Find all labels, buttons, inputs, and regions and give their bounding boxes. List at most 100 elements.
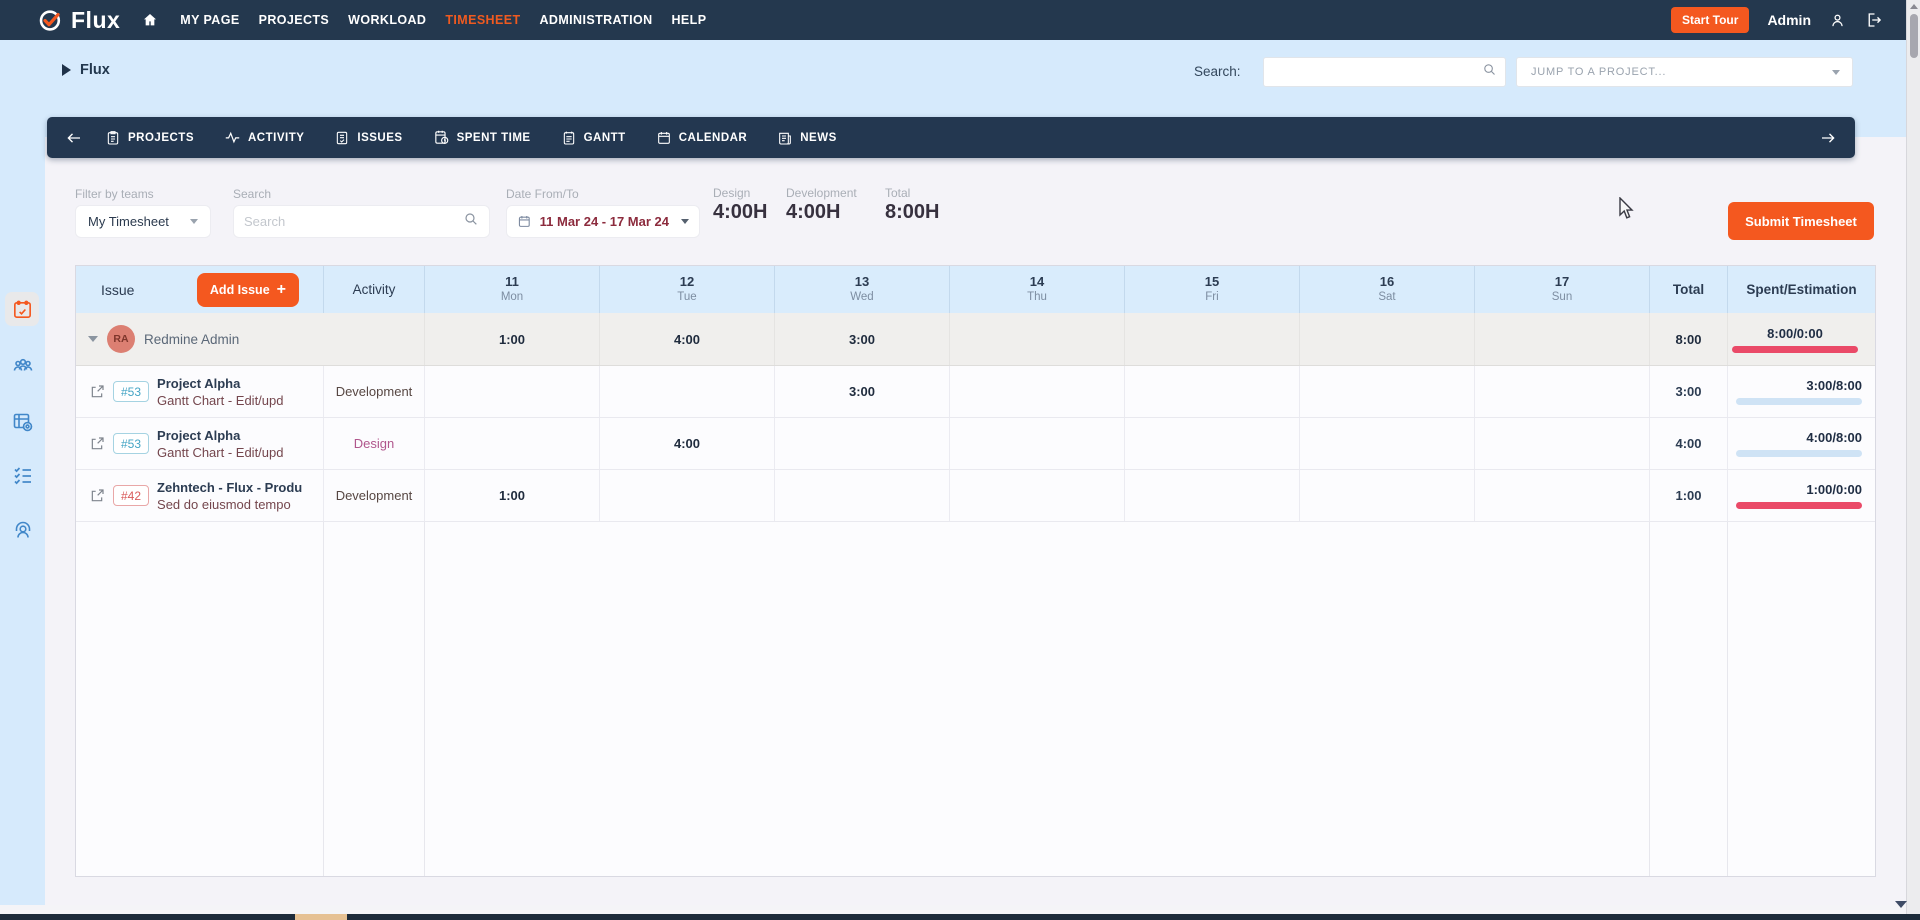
group-cell-sat (1300, 313, 1475, 365)
time-cell-sun[interactable] (1475, 418, 1650, 469)
user-icon[interactable] (1829, 12, 1846, 29)
nav-workload[interactable]: WORKLOAD (346, 9, 428, 31)
time-cell-wed[interactable]: 3:00 (775, 366, 950, 417)
nav-administration[interactable]: ADMINISTRATION (538, 9, 655, 31)
tab-spent-time[interactable]: SPENT TIME (433, 129, 531, 146)
sidebar-item-teams[interactable] (11, 354, 35, 378)
start-tour-button[interactable]: Start Tour (1670, 7, 1750, 33)
summary-development: Development 4:00H (786, 186, 857, 223)
collapse-caret-icon[interactable] (88, 336, 98, 342)
issue-id-badge[interactable]: #42 (113, 485, 150, 506)
chevron-down-icon (190, 219, 198, 224)
time-cell-fri[interactable] (1125, 470, 1300, 521)
issue-project: Project Alpha (157, 427, 241, 443)
time-cell-sat[interactable] (1300, 418, 1475, 469)
user-name[interactable]: Admin (1767, 12, 1811, 28)
spent-time-icon (434, 130, 448, 144)
sidebar-item-project-settings[interactable] (11, 410, 35, 434)
nav-my-page[interactable]: MY PAGE (178, 9, 241, 31)
header-search-input[interactable] (1264, 58, 1482, 86)
forward-arrow-icon[interactable] (1819, 129, 1837, 147)
filter-search-label: Search (233, 187, 272, 201)
back-arrow-icon[interactable] (65, 129, 83, 147)
time-cell-mon[interactable]: 1:00 (425, 470, 600, 521)
time-cell-fri[interactable] (1125, 366, 1300, 417)
sidebar-item-checklist[interactable] (11, 464, 35, 488)
bottom-edge-accent (295, 914, 347, 920)
activity-icon (225, 131, 240, 144)
brand[interactable]: Flux (38, 7, 120, 34)
time-cell-sun[interactable] (1475, 366, 1650, 417)
grid-gear-icon (13, 413, 33, 432)
tab-news[interactable]: NEWS (777, 130, 837, 146)
time-cell-thu[interactable] (950, 418, 1125, 469)
filter-search-input[interactable] (234, 206, 463, 237)
news-icon (779, 132, 792, 145)
time-cell-tue[interactable] (600, 470, 775, 521)
breadcrumb[interactable]: Flux (62, 62, 110, 78)
tab-projects[interactable]: PROJECTS (105, 130, 194, 146)
projects-icon (107, 130, 119, 145)
time-cell-tue[interactable]: 4:00 (600, 418, 775, 469)
vertical-scrollbar[interactable] (1906, 0, 1920, 914)
project-tabbar: PROJECTS ACTIVITY ISSUES SPENT TIME GANT… (47, 117, 1855, 158)
nav-projects[interactable]: PROJECTS (257, 9, 332, 31)
group-spent-cell: 8:00/0:00 (1728, 313, 1875, 365)
home-icon[interactable] (142, 12, 158, 28)
external-link-icon[interactable] (89, 488, 105, 504)
chevron-down-icon (681, 219, 689, 224)
add-issue-button[interactable]: Add Issue + (196, 272, 299, 307)
tab-calendar[interactable]: CALENDAR (656, 130, 748, 146)
timesheet-calendar-icon (13, 300, 31, 318)
time-cell-thu[interactable] (950, 366, 1125, 417)
time-cell-wed[interactable] (775, 418, 950, 469)
group-cell-sun (1475, 313, 1650, 365)
progress-bar (1732, 345, 1858, 353)
table-header-row: Issue Add Issue + Activity 11 Mon 12 Tue 1… (76, 266, 1875, 313)
tab-issues[interactable]: ISSUES (334, 130, 402, 146)
scroll-down-icon[interactable] (1895, 901, 1907, 908)
time-cell-tue[interactable] (600, 366, 775, 417)
time-cell-wed[interactable] (775, 470, 950, 521)
tab-gantt[interactable]: GANTT (561, 130, 626, 146)
nav-help[interactable]: HELP (670, 9, 709, 31)
time-cell-mon[interactable] (425, 418, 600, 469)
scrollbar-thumb[interactable] (1910, 14, 1918, 58)
issue-cell[interactable]: #53 Project Alpha Gantt Chart - Edit/upd (76, 418, 324, 469)
jump-to-project-select[interactable]: JUMP TO A PROJECT... (1516, 57, 1853, 87)
submit-timesheet-button[interactable]: Submit Timesheet (1728, 202, 1874, 240)
external-link-icon[interactable] (89, 384, 105, 400)
time-cell-mon[interactable] (425, 366, 600, 417)
time-cell-thu[interactable] (950, 470, 1125, 521)
table-empty-area (76, 522, 1875, 876)
issue-id-badge[interactable]: #53 (113, 381, 150, 402)
issue-id-badge[interactable]: #53 (113, 433, 150, 454)
day-header-fri: 15 Fri (1125, 266, 1300, 313)
day-header-sat: 16 Sat (1300, 266, 1475, 313)
external-link-icon[interactable] (89, 436, 105, 452)
nav-timesheet[interactable]: TIMESHEET (443, 9, 522, 31)
group-user-cell[interactable]: RA Redmine Admin (76, 313, 425, 365)
time-cell-fri[interactable] (1125, 418, 1300, 469)
tab-activity[interactable]: ACTIVITY (224, 129, 304, 146)
timesheet-table: Issue Add Issue + Activity 11 Mon 12 Tue 1… (75, 265, 1876, 877)
progress-bar (1736, 398, 1862, 405)
breadcrumb-label: Flux (80, 62, 110, 78)
issue-cell[interactable]: #42 Zehntech - Flux - Produ Sed do eiusm… (76, 470, 324, 521)
row-total-cell: 4:00 (1650, 418, 1728, 469)
group-cell-mon: 1:00 (425, 313, 600, 365)
date-range-value: 11 Mar 24 - 17 Mar 24 (539, 214, 669, 229)
time-cell-sat[interactable] (1300, 470, 1475, 521)
logout-icon[interactable] (1864, 11, 1882, 29)
team-filter-select[interactable]: My Timesheet (75, 205, 211, 238)
date-range-picker[interactable]: 11 Mar 24 - 17 Mar 24 (506, 205, 700, 238)
sidebar-item-timesheet[interactable] (5, 292, 39, 326)
sidebar-item-support[interactable] (11, 518, 35, 542)
issue-subject: Sed do eiusmod tempo (157, 496, 291, 512)
plus-icon: + (276, 280, 286, 298)
time-cell-sat[interactable] (1300, 366, 1475, 417)
time-cell-sun[interactable] (1475, 470, 1650, 521)
scroll-up-icon[interactable] (1910, 4, 1918, 9)
search-icon (463, 211, 479, 232)
issue-cell[interactable]: #53 Project Alpha Gantt Chart - Edit/upd (76, 366, 324, 417)
